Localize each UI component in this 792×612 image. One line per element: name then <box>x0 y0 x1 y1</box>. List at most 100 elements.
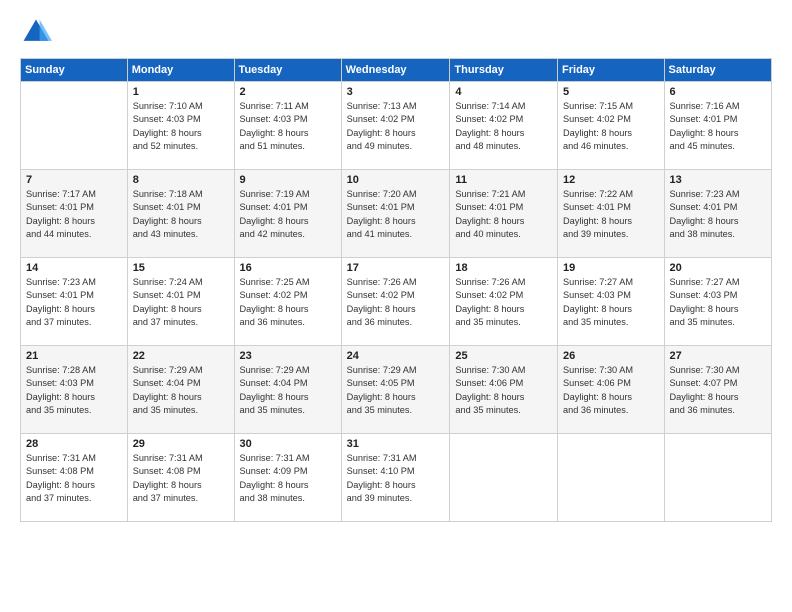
header <box>20 16 772 48</box>
day-info: Sunrise: 7:15 AM Sunset: 4:02 PM Dayligh… <box>563 100 658 153</box>
weekday-header-sunday: Sunday <box>21 59 128 82</box>
day-info: Sunrise: 7:29 AM Sunset: 4:05 PM Dayligh… <box>347 364 445 417</box>
day-number: 30 <box>240 438 336 450</box>
weekday-header-row: SundayMondayTuesdayWednesdayThursdayFrid… <box>21 59 772 82</box>
day-number: 14 <box>26 262 122 274</box>
logo <box>20 16 56 48</box>
day-info: Sunrise: 7:23 AM Sunset: 4:01 PM Dayligh… <box>670 188 766 241</box>
day-cell-24: 24 Sunrise: 7:29 AM Sunset: 4:05 PM Dayli… <box>341 346 450 434</box>
day-cell-16: 16 Sunrise: 7:25 AM Sunset: 4:02 PM Dayli… <box>234 258 341 346</box>
day-info: Sunrise: 7:22 AM Sunset: 4:01 PM Dayligh… <box>563 188 658 241</box>
day-number: 13 <box>670 174 766 186</box>
day-number: 27 <box>670 350 766 362</box>
logo-icon <box>20 16 52 48</box>
weekday-header-monday: Monday <box>127 59 234 82</box>
day-cell-15: 15 Sunrise: 7:24 AM Sunset: 4:01 PM Dayli… <box>127 258 234 346</box>
day-number: 15 <box>133 262 229 274</box>
day-number: 16 <box>240 262 336 274</box>
day-info: Sunrise: 7:30 AM Sunset: 4:06 PM Dayligh… <box>455 364 552 417</box>
day-info: Sunrise: 7:10 AM Sunset: 4:03 PM Dayligh… <box>133 100 229 153</box>
day-number: 26 <box>563 350 658 362</box>
day-cell-20: 20Sunrise: 7:27 AM Sunset: 4:03 PM Dayli… <box>664 258 771 346</box>
day-number: 4 <box>455 86 552 98</box>
calendar-week-5: 28 Sunrise: 7:31 AM Sunset: 4:08 PM Dayli… <box>21 434 772 522</box>
day-number: 20 <box>670 262 766 274</box>
day-number: 25 <box>455 350 552 362</box>
day-info: Sunrise: 7:25 AM Sunset: 4:02 PM Dayligh… <box>240 276 336 329</box>
day-cell-5: 5Sunrise: 7:15 AM Sunset: 4:02 PM Daylig… <box>558 82 664 170</box>
calendar-table: SundayMondayTuesdayWednesdayThursdayFrid… <box>20 58 772 522</box>
day-info: Sunrise: 7:20 AM Sunset: 4:01 PM Dayligh… <box>347 188 445 241</box>
day-info: Sunrise: 7:29 AM Sunset: 4:04 PM Dayligh… <box>133 364 229 417</box>
day-info: Sunrise: 7:14 AM Sunset: 4:02 PM Dayligh… <box>455 100 552 153</box>
day-info: Sunrise: 7:30 AM Sunset: 4:07 PM Dayligh… <box>670 364 766 417</box>
weekday-header-wednesday: Wednesday <box>341 59 450 82</box>
day-cell-17: 17Sunrise: 7:26 AM Sunset: 4:02 PM Dayli… <box>341 258 450 346</box>
day-info: Sunrise: 7:28 AM Sunset: 4:03 PM Dayligh… <box>26 364 122 417</box>
day-number: 24 <box>347 350 445 362</box>
day-number: 31 <box>347 438 445 450</box>
day-number: 28 <box>26 438 122 450</box>
weekday-header-saturday: Saturday <box>664 59 771 82</box>
day-cell-10: 10 Sunrise: 7:20 AM Sunset: 4:01 PM Dayli… <box>341 170 450 258</box>
day-info: Sunrise: 7:19 AM Sunset: 4:01 PM Dayligh… <box>240 188 336 241</box>
day-cell-25: 25 Sunrise: 7:30 AM Sunset: 4:06 PM Dayli… <box>450 346 558 434</box>
day-cell-29: 29Sunrise: 7:31 AM Sunset: 4:08 PM Dayli… <box>127 434 234 522</box>
calendar-week-2: 7 Sunrise: 7:17 AM Sunset: 4:01 PM Daylig… <box>21 170 772 258</box>
day-cell-9: 9 Sunrise: 7:19 AM Sunset: 4:01 PM Daylig… <box>234 170 341 258</box>
day-cell-31: 31 Sunrise: 7:31 AM Sunset: 4:10 PM Dayli… <box>341 434 450 522</box>
day-info: Sunrise: 7:13 AM Sunset: 4:02 PM Dayligh… <box>347 100 445 153</box>
day-cell-21: 21Sunrise: 7:28 AM Sunset: 4:03 PM Dayli… <box>21 346 128 434</box>
day-info: Sunrise: 7:31 AM Sunset: 4:10 PM Dayligh… <box>347 452 445 505</box>
day-number: 11 <box>455 174 552 186</box>
weekday-header-tuesday: Tuesday <box>234 59 341 82</box>
calendar-week-4: 21Sunrise: 7:28 AM Sunset: 4:03 PM Dayli… <box>21 346 772 434</box>
day-info: Sunrise: 7:23 AM Sunset: 4:01 PM Dayligh… <box>26 276 122 329</box>
day-cell-8: 8Sunrise: 7:18 AM Sunset: 4:01 PM Daylig… <box>127 170 234 258</box>
day-info: Sunrise: 7:26 AM Sunset: 4:02 PM Dayligh… <box>455 276 552 329</box>
day-cell-14: 14 Sunrise: 7:23 AM Sunset: 4:01 PM Dayli… <box>21 258 128 346</box>
day-cell-7: 7 Sunrise: 7:17 AM Sunset: 4:01 PM Daylig… <box>21 170 128 258</box>
day-cell-30: 30 Sunrise: 7:31 AM Sunset: 4:09 PM Dayli… <box>234 434 341 522</box>
day-info: Sunrise: 7:17 AM Sunset: 4:01 PM Dayligh… <box>26 188 122 241</box>
day-cell-13: 13 Sunrise: 7:23 AM Sunset: 4:01 PM Dayli… <box>664 170 771 258</box>
day-number: 22 <box>133 350 229 362</box>
day-info: Sunrise: 7:30 AM Sunset: 4:06 PM Dayligh… <box>563 364 658 417</box>
day-info: Sunrise: 7:31 AM Sunset: 4:09 PM Dayligh… <box>240 452 336 505</box>
day-number: 18 <box>455 262 552 274</box>
day-info: Sunrise: 7:24 AM Sunset: 4:01 PM Dayligh… <box>133 276 229 329</box>
day-info: Sunrise: 7:31 AM Sunset: 4:08 PM Dayligh… <box>26 452 122 505</box>
day-cell-4: 4 Sunrise: 7:14 AM Sunset: 4:02 PM Daylig… <box>450 82 558 170</box>
day-cell-11: 11Sunrise: 7:21 AM Sunset: 4:01 PM Dayli… <box>450 170 558 258</box>
weekday-header-thursday: Thursday <box>450 59 558 82</box>
day-cell-3: 3 Sunrise: 7:13 AM Sunset: 4:02 PM Daylig… <box>341 82 450 170</box>
day-cell-28: 28 Sunrise: 7:31 AM Sunset: 4:08 PM Dayli… <box>21 434 128 522</box>
day-cell-26: 26 Sunrise: 7:30 AM Sunset: 4:06 PM Dayli… <box>558 346 664 434</box>
day-info: Sunrise: 7:16 AM Sunset: 4:01 PM Dayligh… <box>670 100 766 153</box>
calendar-week-1: 1Sunrise: 7:10 AM Sunset: 4:03 PM Daylig… <box>21 82 772 170</box>
day-number: 7 <box>26 174 122 186</box>
day-number: 23 <box>240 350 336 362</box>
day-number: 10 <box>347 174 445 186</box>
empty-cell <box>21 82 128 170</box>
day-info: Sunrise: 7:31 AM Sunset: 4:08 PM Dayligh… <box>133 452 229 505</box>
day-number: 12 <box>563 174 658 186</box>
day-cell-18: 18 Sunrise: 7:26 AM Sunset: 4:02 PM Dayli… <box>450 258 558 346</box>
day-info: Sunrise: 7:27 AM Sunset: 4:03 PM Dayligh… <box>563 276 658 329</box>
day-number: 19 <box>563 262 658 274</box>
day-cell-23: 23Sunrise: 7:29 AM Sunset: 4:04 PM Dayli… <box>234 346 341 434</box>
day-number: 2 <box>240 86 336 98</box>
day-number: 9 <box>240 174 336 186</box>
day-info: Sunrise: 7:18 AM Sunset: 4:01 PM Dayligh… <box>133 188 229 241</box>
day-number: 6 <box>670 86 766 98</box>
day-cell-12: 12 Sunrise: 7:22 AM Sunset: 4:01 PM Dayli… <box>558 170 664 258</box>
empty-cell <box>664 434 771 522</box>
day-number: 3 <box>347 86 445 98</box>
day-cell-19: 19 Sunrise: 7:27 AM Sunset: 4:03 PM Dayli… <box>558 258 664 346</box>
day-cell-1: 1Sunrise: 7:10 AM Sunset: 4:03 PM Daylig… <box>127 82 234 170</box>
day-cell-6: 6 Sunrise: 7:16 AM Sunset: 4:01 PM Daylig… <box>664 82 771 170</box>
day-cell-27: 27 Sunrise: 7:30 AM Sunset: 4:07 PM Dayli… <box>664 346 771 434</box>
day-number: 17 <box>347 262 445 274</box>
empty-cell <box>558 434 664 522</box>
empty-cell <box>450 434 558 522</box>
